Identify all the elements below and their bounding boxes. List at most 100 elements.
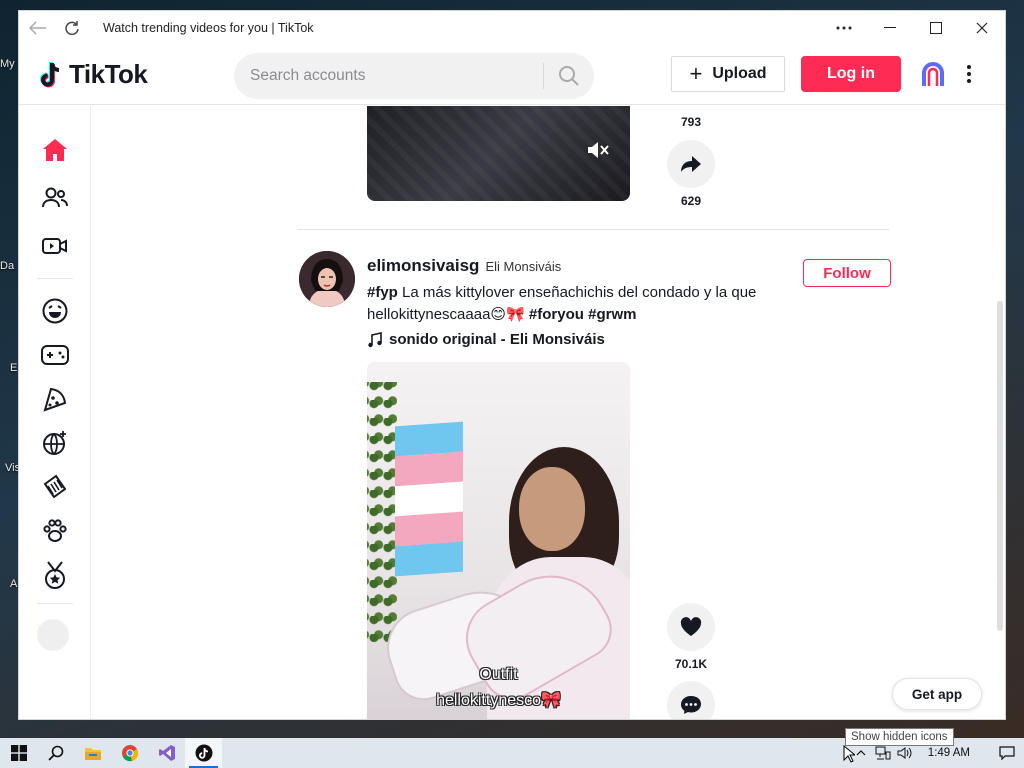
sidebar-nav	[19, 106, 91, 719]
sidebar-item-comedy[interactable]	[37, 293, 73, 329]
live-icon	[42, 238, 67, 254]
gaming-icon	[41, 345, 69, 365]
mute-button[interactable]	[586, 140, 610, 165]
sidebar-item-animals[interactable]	[37, 513, 73, 549]
hashtag-grwm[interactable]: #grwm	[588, 306, 636, 323]
video-caption-line1: Outfit	[479, 666, 518, 683]
search-button[interactable]	[544, 53, 594, 99]
visual-studio-icon	[158, 745, 175, 761]
maximize-icon	[930, 22, 942, 34]
desktop-label[interactable]: My	[0, 58, 18, 70]
video-feed: 793 629 elimonsivaisg Eli Monsiváis Foll…	[92, 106, 1005, 719]
sidebar-item-beauty[interactable]	[37, 469, 73, 505]
author-username[interactable]: elimonsivaisg	[367, 256, 479, 276]
heart-icon	[680, 617, 702, 636]
sidebar-item-following[interactable]	[37, 180, 73, 216]
notification-icon	[999, 746, 1015, 760]
taskbar-tiktok[interactable]	[185, 738, 222, 768]
refresh-button[interactable]	[55, 11, 89, 45]
settings-more-button[interactable]	[959, 59, 979, 89]
search-icon	[559, 66, 579, 86]
previous-video-player[interactable]	[367, 106, 630, 201]
get-app-button[interactable]: Get app	[892, 678, 982, 710]
share-icon	[681, 156, 701, 172]
search-input[interactable]	[234, 67, 543, 85]
close-button[interactable]	[959, 11, 1005, 45]
sidebar-item-gaming[interactable]	[37, 337, 73, 373]
desktop-label[interactable]: Da	[0, 260, 18, 272]
more-options-button[interactable]	[821, 11, 867, 45]
chevron-up-icon	[856, 750, 866, 756]
minimize-button[interactable]	[867, 11, 913, 45]
minimize-icon	[884, 27, 896, 28]
home-icon	[43, 139, 67, 161]
comment-button[interactable]	[667, 681, 715, 719]
back-arrow-icon	[29, 21, 46, 35]
app-window: Watch trending videos for you | TikTok T…	[18, 10, 1006, 720]
hashtag-fyp[interactable]: #fyp	[367, 284, 398, 301]
sidebar-divider	[37, 603, 73, 604]
back-button[interactable]	[21, 11, 55, 45]
sidebar-item-sports[interactable]	[37, 425, 73, 461]
start-button[interactable]	[0, 738, 37, 768]
sidebar-item-for-you[interactable]	[37, 132, 73, 168]
feed-scrollbar[interactable]	[997, 301, 1003, 631]
flag-image	[395, 421, 463, 577]
music-note-icon	[368, 331, 382, 347]
speaker-icon	[897, 747, 912, 759]
tiktok-note-icon	[40, 61, 60, 87]
maximize-button[interactable]	[913, 11, 959, 45]
close-icon	[976, 22, 988, 34]
tiktok-logo[interactable]: TikTok	[39, 59, 239, 90]
video-caption-line2: hellokittynesco🎀	[436, 692, 561, 709]
logo-wordmark: TikTok	[69, 59, 148, 89]
follow-button[interactable]: Follow	[803, 259, 891, 287]
taskbar-chrome[interactable]	[111, 738, 148, 768]
like-button[interactable]	[667, 603, 715, 651]
taskbar-file-explorer[interactable]	[74, 738, 111, 768]
author-display-name[interactable]: Eli Monsiváis	[485, 259, 561, 274]
vertical-ellipsis-icon	[967, 65, 971, 83]
share-count: 629	[680, 194, 702, 208]
window-title: Watch trending videos for you | TikTok	[103, 21, 314, 35]
hashtag-foryou[interactable]: #foryou	[529, 306, 584, 323]
video-player[interactable]: Outfit hellokittynesco🎀	[367, 362, 630, 719]
sidebar-item-food[interactable]	[37, 381, 73, 417]
music-title: sonido original - Eli Monsiváis	[389, 331, 605, 348]
food-icon	[43, 387, 67, 412]
taskbar-clock[interactable]: 1:49 AM	[928, 747, 970, 759]
sidebar-item-live[interactable]	[37, 228, 73, 264]
login-button[interactable]: Log in	[801, 56, 901, 92]
music-link[interactable]: sonido original - Eli Monsiváis	[367, 331, 605, 348]
site-header: TikTok + Upload Log in	[19, 45, 1005, 105]
plus-icon: +	[689, 61, 703, 86]
previous-comment-count: 793	[680, 115, 702, 129]
search-bar	[234, 53, 594, 99]
author-avatar[interactable]	[299, 251, 355, 307]
taskbar-search-button[interactable]	[37, 738, 74, 768]
post-divider	[297, 229, 889, 230]
mouse-cursor-icon	[843, 744, 857, 768]
beauty-icon	[43, 474, 67, 499]
tiktok-icon	[195, 744, 212, 762]
network-icon	[875, 746, 891, 760]
like-count: 70.1K	[674, 657, 708, 671]
upload-button[interactable]: + Upload	[671, 56, 785, 92]
comment-icon	[681, 696, 701, 714]
sidebar-divider	[37, 278, 73, 279]
refresh-icon	[65, 21, 79, 36]
coins-icon[interactable]	[921, 61, 945, 87]
action-center-button[interactable]	[990, 738, 1024, 768]
ellipsis-icon	[836, 26, 852, 30]
taskbar-visual-studio[interactable]	[148, 738, 185, 768]
sidebar-avatar-placeholder[interactable]	[37, 619, 69, 651]
following-icon	[42, 187, 68, 208]
post-description: #fyp La más kittylover enseñachichis del…	[367, 282, 797, 326]
comedy-icon	[42, 298, 68, 324]
sidebar-item-achievement[interactable]	[37, 557, 73, 593]
muted-speaker-icon	[588, 142, 609, 158]
animals-icon	[43, 519, 67, 542]
sports-icon	[43, 431, 66, 455]
share-button[interactable]	[667, 140, 715, 188]
author-info: elimonsivaisg Eli Monsiváis	[367, 256, 561, 276]
